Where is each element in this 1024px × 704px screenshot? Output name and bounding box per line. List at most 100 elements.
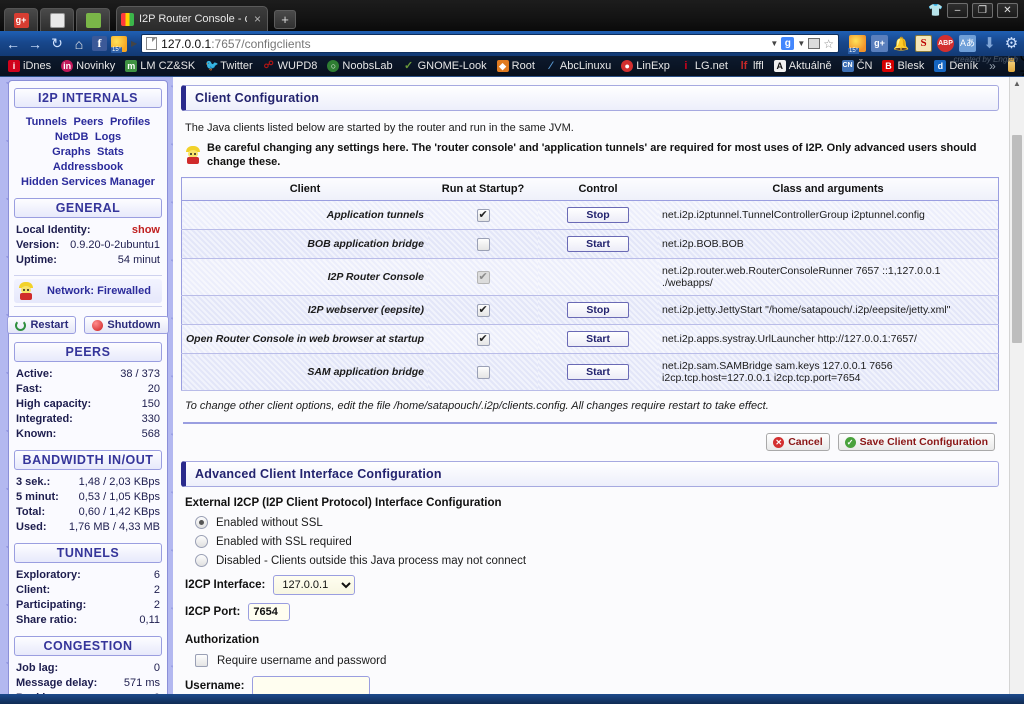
close-window-button[interactable]: ✕ <box>997 3 1018 18</box>
mini-tab-gplus[interactable]: g+ <box>4 8 38 31</box>
bookmark-item[interactable]: m LM CZ&SK <box>120 60 200 72</box>
run-at-startup-checkbox[interactable] <box>476 365 490 379</box>
radio-icon[interactable] <box>195 516 208 529</box>
bookmark-star-icon[interactable]: ☆ <box>823 37 834 51</box>
sidebar-row-total: Total: 0,60 / 1,42 KBps <box>16 505 160 520</box>
control-button[interactable]: Start <box>567 364 630 380</box>
run-at-startup-checkbox-disabled <box>476 270 490 284</box>
i2cp-port-row: I2CP Port: <box>181 598 999 624</box>
scrollbar-thumb[interactable] <box>1012 135 1022 343</box>
other-bookmarks-folder[interactable]: Ostatní záložky <box>1007 56 1024 76</box>
run-at-startup-checkbox[interactable] <box>476 332 490 346</box>
sidebar-link-addressbook[interactable]: Addressbook <box>53 161 123 173</box>
back-icon[interactable]: ← <box>4 36 22 52</box>
i2cp-port-label: I2CP Port: <box>185 606 241 618</box>
control-button[interactable]: Start <box>567 331 630 347</box>
bell-icon[interactable]: 🔔 <box>893 35 910 52</box>
toolbar-overflow-icon[interactable]: ▶ <box>131 39 137 48</box>
radio-icon[interactable] <box>195 535 208 548</box>
bookmark-item[interactable]: in Novinky <box>56 60 120 72</box>
bookmark-item[interactable]: B Blesk <box>877 60 929 72</box>
gear-icon[interactable]: ⚙ <box>1003 35 1020 52</box>
new-tab-button[interactable]: + <box>274 10 296 29</box>
close-tab-icon[interactable]: × <box>252 12 263 26</box>
forward-icon[interactable]: → <box>26 36 44 52</box>
page-scrollbar[interactable]: ▲ ▼ <box>1009 77 1024 704</box>
sidebar-link-profiles[interactable]: Profiles <box>110 116 150 128</box>
bookmark-item[interactable]: i LG.net <box>675 60 733 72</box>
download-icon[interactable]: ⬇ <box>981 35 998 52</box>
adblock-icon[interactable]: ABP <box>937 35 954 52</box>
search-dropdown-icon[interactable]: ▼ <box>770 39 778 48</box>
table-row: Application tunnels Stop net.i2p.i2ptunn… <box>181 200 999 230</box>
radio-option-disabled[interactable]: Disabled - Clients outside this Java pro… <box>181 551 999 570</box>
facebook-icon[interactable]: f <box>92 36 107 51</box>
bookmark-item[interactable]: 🐦 Twitter <box>200 60 257 72</box>
weather-toolbar-icon[interactable]: 15° <box>111 35 127 53</box>
bookmark-item[interactable]: i iDnes <box>3 60 56 72</box>
sidebar-link-tunnels[interactable]: Tunnels <box>26 116 67 128</box>
maximize-button[interactable]: ❐ <box>972 3 993 18</box>
bookmark-item[interactable]: ☍ WUPD8 <box>258 60 323 72</box>
translate-icon[interactable]: Aあ <box>959 35 976 52</box>
run-at-startup-checkbox[interactable] <box>476 208 490 222</box>
minimize-button[interactable]: – <box>947 3 968 18</box>
run-at-startup-checkbox[interactable] <box>476 303 490 317</box>
save-client-configuration-button[interactable]: ✓ Save Client Configuration <box>837 433 995 451</box>
run-at-startup-checkbox[interactable] <box>476 237 490 251</box>
stumble-icon[interactable]: S <box>915 35 932 52</box>
sidebar-row-3sec: 3 sek.: 1,48 / 2,03 KBps <box>16 475 160 490</box>
row-key: Known: <box>16 428 57 440</box>
row-value[interactable]: show <box>132 223 160 238</box>
sidebar-row-version: Version: 0.9.20-0-2ubuntu1 <box>16 238 160 253</box>
i2cp-interface-select[interactable]: 127.0.0.1 <box>273 575 356 595</box>
radio-option-enabled-without-ssl[interactable]: Enabled without SSL <box>181 513 999 532</box>
bookmark-item[interactable]: d Deník <box>929 60 983 72</box>
apps-grid-icon[interactable] <box>808 38 821 49</box>
other-bookmarks-label: Ostatní záložky <box>1019 56 1024 76</box>
cancel-button[interactable]: ✕ Cancel <box>766 433 830 451</box>
i2cp-port-input[interactable] <box>248 603 291 621</box>
sidebar-link-netdb[interactable]: NetDB <box>55 131 89 143</box>
active-tab[interactable]: I2P Router Console - con × <box>116 6 268 31</box>
username-input[interactable] <box>252 676 371 696</box>
radio-option-enabled-with-ssl[interactable]: Enabled with SSL required <box>181 532 999 551</box>
gplus-extension-icon[interactable]: g+ <box>871 35 888 52</box>
sidebar-tunnels-rows: Exploratory: 6 Client: 2 Participating: 2 S… <box>14 567 162 632</box>
bookmark-item[interactable]: ○ NoobsLab <box>322 60 397 72</box>
sidebar-link-logs[interactable]: Logs <box>95 131 121 143</box>
bookmark-item[interactable]: ◆ Root <box>492 60 540 72</box>
control-button[interactable]: Stop <box>567 302 630 318</box>
address-bar[interactable]: 127.0.0.1:7657/configclients ▼ g ▼ ☆ <box>141 34 839 53</box>
bookmarks-overflow-icon[interactable]: » <box>983 59 1002 73</box>
weather-extension-icon[interactable]: 15° <box>848 35 866 54</box>
require-auth-checkbox[interactable] <box>195 654 208 667</box>
bookmark-item[interactable]: ● LinExp <box>616 60 675 72</box>
shirt-icon[interactable]: 👕 <box>928 3 943 18</box>
restart-button[interactable]: Restart <box>7 316 77 334</box>
home-icon[interactable]: ⌂ <box>70 36 88 52</box>
google-search-icon[interactable]: g <box>781 37 795 50</box>
bookmark-item[interactable]: A Aktuálně <box>769 60 837 72</box>
shutdown-button[interactable]: Shutdown <box>84 316 169 334</box>
sidebar-link-peers[interactable]: Peers <box>74 116 104 128</box>
radio-icon[interactable] <box>195 554 208 567</box>
url-path: :7657/configclients <box>211 36 311 51</box>
restart-label: Restart <box>30 319 69 331</box>
search-engine-caret-icon[interactable]: ▼ <box>797 39 805 48</box>
control-button[interactable]: Stop <box>567 207 630 223</box>
bookmark-item[interactable]: CN ČN <box>837 60 878 72</box>
bookmark-item[interactable]: ✓ GNOME-Look <box>398 60 492 72</box>
sidebar-link-stats[interactable]: Stats <box>97 146 124 158</box>
reload-icon[interactable]: ↻ <box>48 35 66 52</box>
page-info-icon[interactable] <box>146 37 158 50</box>
sidebar-link-graphs[interactable]: Graphs <box>52 146 91 158</box>
scroll-up-arrow-icon[interactable]: ▲ <box>1010 77 1024 91</box>
bookmark-item[interactable]: lf lffl <box>733 60 769 72</box>
mini-tab-document[interactable] <box>40 8 74 31</box>
sidebar-link-hidden-services-manager[interactable]: Hidden Services Manager <box>21 176 155 188</box>
bookmark-item[interactable]: ⁄ AbcLinuxu <box>540 60 616 72</box>
mini-tab-evernote[interactable] <box>76 8 110 31</box>
control-button[interactable]: Start <box>567 236 630 252</box>
require-auth-row[interactable]: Require username and password <box>181 650 999 671</box>
